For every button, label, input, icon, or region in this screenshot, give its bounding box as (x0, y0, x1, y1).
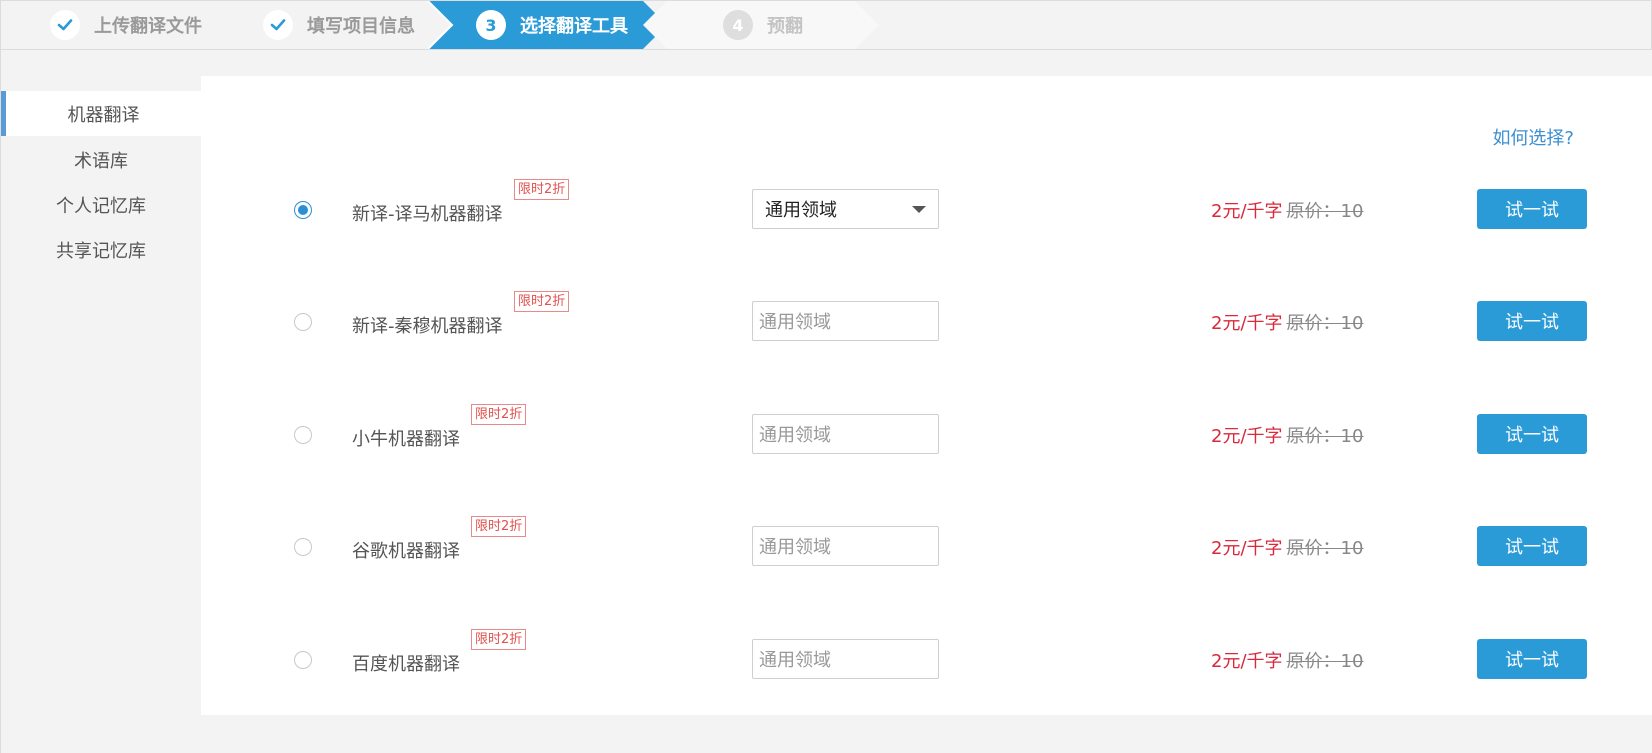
discount-price: 2元/千字 (1211, 538, 1283, 559)
engine-radio[interactable] (294, 651, 312, 669)
discount-price: 2元/千字 (1211, 426, 1283, 447)
step-number: 4 (723, 10, 753, 40)
checkmark-icon (263, 10, 293, 40)
domain-field[interactable]: 通用领域 (752, 414, 939, 454)
engine-row: 谷歌机器翻译 限时2折 通用领域 2元/千字 原价：10 试一试 (201, 516, 1650, 576)
promo-badge: 限时2折 (471, 404, 527, 425)
domain-field-text: 通用领域 (759, 425, 831, 446)
sidebar-item-label: 个人记忆库 (56, 195, 146, 217)
domain-field-text: 通用领域 (759, 650, 831, 671)
stepper-arrows (427, 1, 879, 49)
price: 2元/千字 原价：10 (1211, 534, 1363, 560)
try-button[interactable]: 试一试 (1477, 639, 1587, 679)
domain-select-value: 通用领域 (765, 200, 837, 221)
discount-price: 2元/千字 (1211, 313, 1283, 334)
step-label: 预翻 (767, 16, 803, 37)
price: 2元/千字 原价：10 (1211, 647, 1363, 673)
sidebar-item-label: 共享记忆库 (56, 240, 146, 262)
engine-name: 谷歌机器翻译 (352, 541, 460, 562)
engine-radio[interactable] (294, 201, 312, 219)
caret-down-icon (912, 206, 926, 213)
sidebar-item-termbase[interactable]: 术语库 (1, 137, 201, 182)
content-bottom-gap (201, 715, 1652, 753)
promo-badge: 限时2折 (514, 291, 570, 312)
sidebar-item-personal-memory[interactable]: 个人记忆库 (1, 182, 201, 227)
try-button[interactable]: 试一试 (1477, 189, 1587, 229)
original-price: 原价：10 (1286, 426, 1364, 447)
engine-radio[interactable] (294, 426, 312, 444)
domain-field-text: 通用领域 (759, 312, 831, 333)
promo-badge: 限时2折 (471, 516, 527, 537)
engine-row: 百度机器翻译 限时2折 通用领域 2元/千字 原价：10 试一试 (201, 629, 1650, 689)
checkmark-icon (50, 10, 80, 40)
step-select-tool[interactable]: 3 选择翻译工具 (476, 1, 628, 49)
try-button[interactable]: 试一试 (1477, 526, 1587, 566)
engine-panel: 如何选择? 新译-译马机器翻译 限时2折 通用领域 2元/千字 原价：10 试一试… (201, 76, 1650, 715)
engine-name: 百度机器翻译 (352, 654, 460, 675)
sidebar-item-label: 术语库 (74, 150, 128, 172)
step-label: 选择翻译工具 (520, 16, 628, 37)
domain-select[interactable]: 通用领域 (752, 189, 939, 229)
try-button[interactable]: 试一试 (1477, 301, 1587, 341)
domain-field[interactable]: 通用领域 (752, 301, 939, 341)
price: 2元/千字 原价：10 (1211, 309, 1363, 335)
step-number: 3 (476, 10, 506, 40)
engine-row: 新译-秦穆机器翻译 限时2折 通用领域 2元/千字 原价：10 试一试 (201, 291, 1650, 351)
domain-field-text: 通用领域 (759, 537, 831, 558)
engine-name: 小牛机器翻译 (352, 429, 460, 450)
engine-name: 新译-译马机器翻译 (352, 204, 503, 225)
engine-radio[interactable] (294, 313, 312, 331)
content-top-gap (201, 50, 1652, 76)
discount-price: 2元/千字 (1211, 651, 1283, 672)
domain-field[interactable]: 通用领域 (752, 526, 939, 566)
original-price: 原价：10 (1286, 538, 1364, 559)
step-upload[interactable]: 上传翻译文件 (50, 1, 202, 49)
engine-row: 新译-译马机器翻译 限时2折 通用领域 2元/千字 原价：10 试一试 (201, 179, 1650, 239)
original-price: 原价：10 (1286, 201, 1364, 222)
step-label: 上传翻译文件 (94, 16, 202, 37)
try-button[interactable]: 试一试 (1477, 414, 1587, 454)
sidebar-item-machine-translation[interactable]: 机器翻译 (1, 91, 201, 136)
sidebar-item-label: 机器翻译 (67, 104, 140, 126)
progress-stepper: 上传翻译文件 填写项目信息 3 选择翻译工具 4 预翻 (0, 0, 1652, 50)
sidebar-item-shared-memory[interactable]: 共享记忆库 (1, 227, 201, 272)
step-pretranslate[interactable]: 4 预翻 (723, 1, 803, 49)
promo-badge: 限时2折 (514, 179, 570, 200)
original-price: 原价：10 (1286, 651, 1364, 672)
price: 2元/千字 原价：10 (1211, 422, 1363, 448)
domain-field[interactable]: 通用领域 (752, 639, 939, 679)
engine-row: 小牛机器翻译 限时2折 通用领域 2元/千字 原价：10 试一试 (201, 404, 1650, 464)
engine-radio[interactable] (294, 538, 312, 556)
step-project-info[interactable]: 填写项目信息 (263, 1, 415, 49)
original-price: 原价：10 (1286, 313, 1364, 334)
price: 2元/千字 原价：10 (1211, 197, 1363, 223)
discount-price: 2元/千字 (1211, 201, 1283, 222)
step-label: 填写项目信息 (307, 16, 415, 37)
how-to-choose-link[interactable]: 如何选择? (1492, 124, 1574, 150)
engine-name: 新译-秦穆机器翻译 (352, 316, 503, 337)
promo-badge: 限时2折 (471, 629, 527, 650)
